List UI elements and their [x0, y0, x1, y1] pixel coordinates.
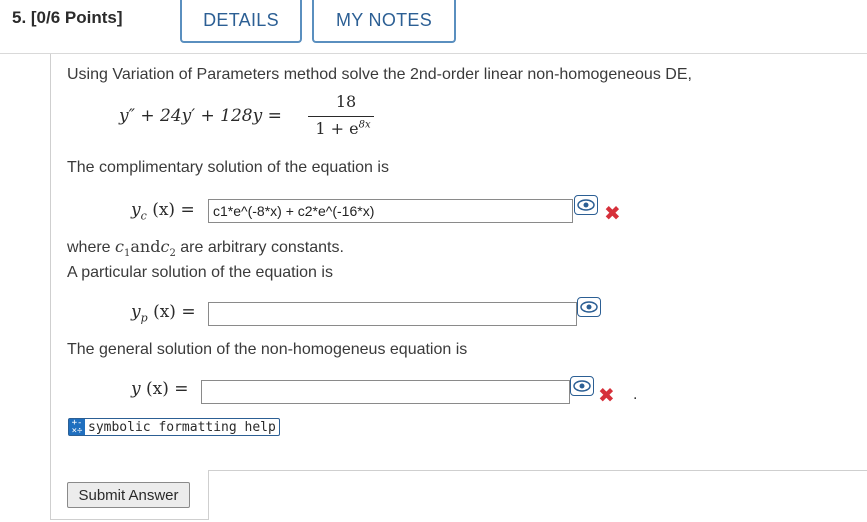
question-intro: Using Variation of Parameters method sol… [67, 66, 692, 83]
submit-side-divider [208, 470, 209, 519]
de-lhs-text: y″ + 24y′ + 128y = [119, 106, 282, 126]
yc-label: yc (x) = [131, 200, 195, 222]
bottom-mask [209, 471, 867, 522]
yp-label: yp (x) = [131, 302, 196, 324]
yc-subscript: c [140, 209, 147, 223]
where-suffix: are arbitrary constants. [175, 239, 344, 256]
yc-answer-input[interactable] [208, 199, 573, 223]
de-den-base: 1 + e [315, 119, 359, 138]
preview-eye-icon[interactable] [574, 195, 598, 215]
preview-eye-icon[interactable] [577, 297, 601, 317]
yp-arg: (x) = [153, 302, 196, 322]
constants-text: where c1andc2 are arbitrary constants. [67, 237, 344, 259]
trailing-period: . [633, 386, 638, 403]
de-den-exp: 8x [358, 119, 371, 131]
general-solution-text: The general solution of the non-homogene… [67, 341, 468, 358]
comp-solution-text: The complimentary solution of the equati… [67, 159, 389, 176]
y-answer-input[interactable] [201, 380, 570, 404]
where-prefix: where [67, 239, 116, 256]
y-label: y (x) = [131, 379, 189, 399]
de-numerator: 18 [335, 92, 357, 111]
help-label: symbolic formatting help [88, 419, 276, 435]
submit-divider [209, 470, 867, 471]
de-left-side: y″ + 24y′ + 128y = [119, 106, 282, 126]
incorrect-x-icon: ✖ [604, 201, 621, 225]
submit-answer-button[interactable]: Submit Answer [67, 482, 190, 508]
yc-arg: (x) = [152, 200, 195, 220]
math-symbols-icon: +- ×÷ [69, 419, 85, 436]
yp-answer-input[interactable] [208, 302, 577, 326]
y-arg: (x) = [146, 379, 189, 399]
c1-symbol: c [115, 237, 124, 256]
and-word: and [130, 237, 161, 256]
y-symbol: y [131, 379, 141, 399]
de-denominator: 1 + e8x [308, 119, 378, 138]
yp-symbol: y [131, 302, 141, 322]
yp-subscript: p [140, 311, 148, 325]
yc-symbol: y [131, 200, 141, 220]
particular-solution-text: A particular solution of the equation is [67, 264, 333, 281]
preview-eye-icon[interactable] [570, 376, 594, 396]
my-notes-tab[interactable]: MY NOTES [312, 0, 456, 43]
details-tab[interactable]: DETAILS [180, 0, 302, 43]
question-number-points: 5. [0/6 Points] [12, 8, 123, 27]
incorrect-x-icon: ✖ [598, 383, 615, 407]
symbolic-formatting-help-link[interactable]: +- ×÷ symbolic formatting help [68, 418, 280, 436]
de-fraction-bar [308, 116, 374, 117]
